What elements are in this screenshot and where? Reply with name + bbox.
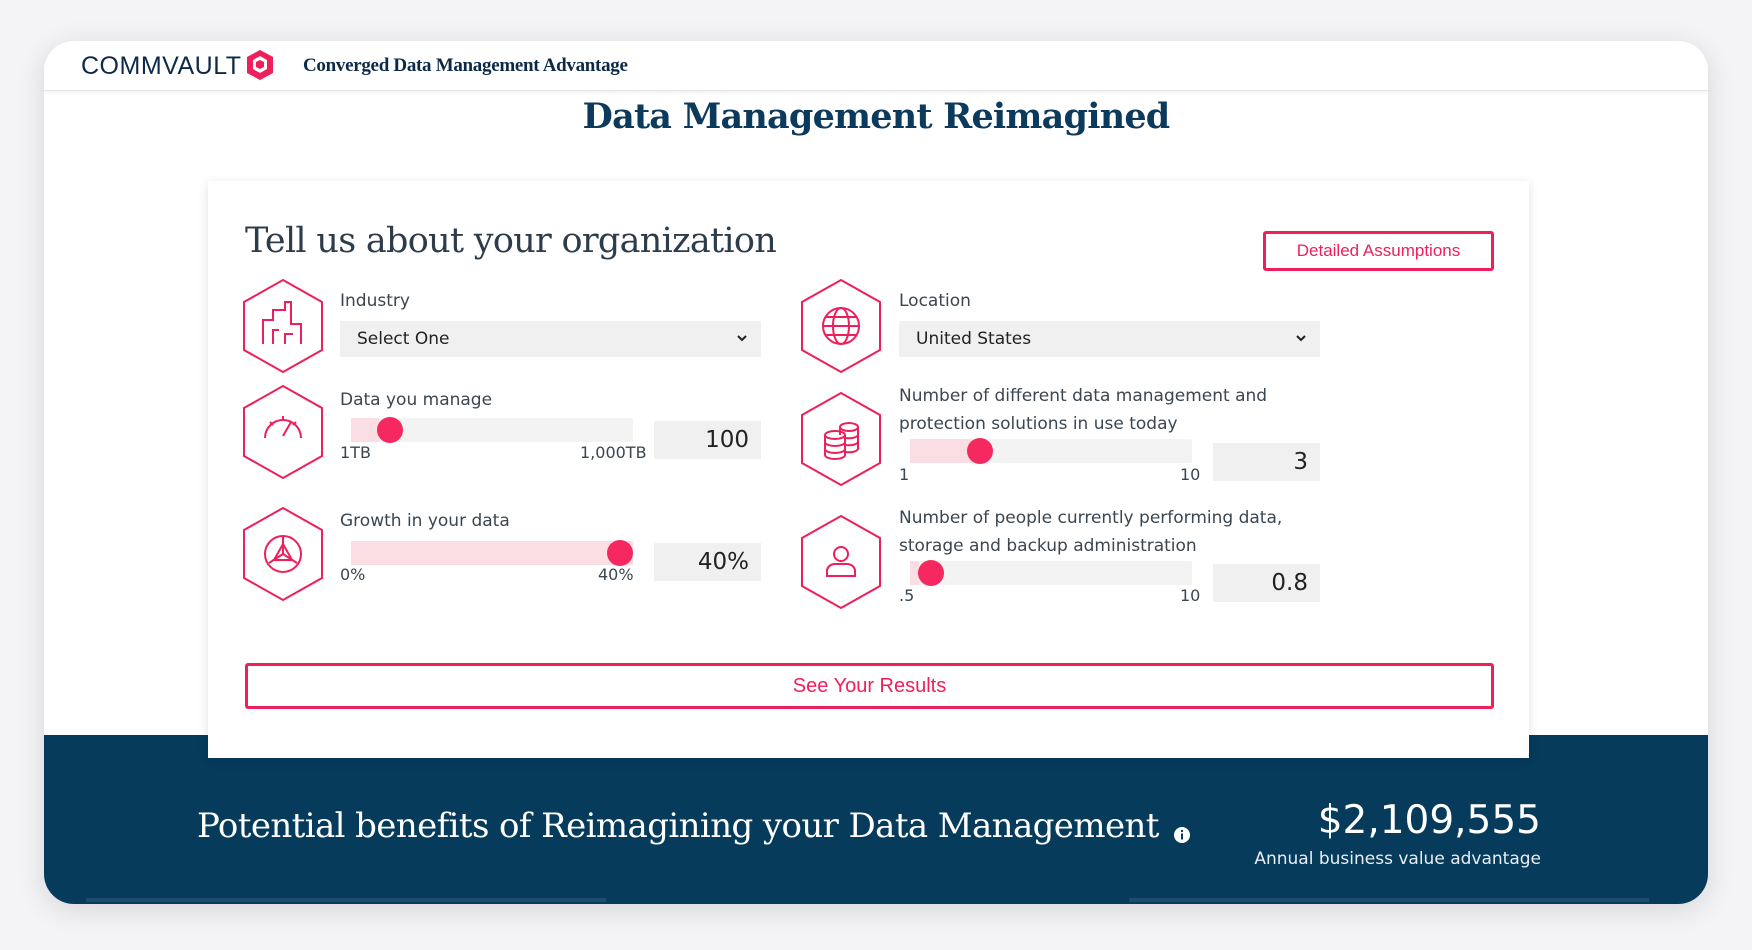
slider-fill [910, 439, 973, 463]
info-icon[interactable] [1173, 826, 1191, 844]
people-slider[interactable] [910, 560, 1192, 586]
data-manage-slider[interactable] [351, 417, 633, 443]
location-label: Location [899, 291, 971, 311]
industry-selected-value: Select One [357, 329, 450, 349]
chevron-down-icon [1296, 335, 1306, 342]
page-title: Data Management Reimagined [582, 96, 1171, 137]
people-label: Number of people currently performing da… [899, 508, 1283, 556]
slider-min-label: 1TB [340, 443, 371, 462]
slider-thumb[interactable] [376, 417, 403, 443]
slider-min-label: .5 [899, 586, 915, 605]
database-icon [801, 391, 881, 487]
slider-fill [351, 541, 633, 565]
slider-max-label: 1,000TB [580, 443, 647, 462]
people-value[interactable]: 0.8 [1213, 564, 1320, 602]
slider-max-label: 10 [1180, 586, 1201, 605]
annual-value-caption: Annual business value advantage [1254, 849, 1541, 869]
slider-min-label: 0% [340, 565, 366, 584]
benefits-title: Potential benefits of Reimagining your D… [197, 806, 1159, 846]
slider-thumb[interactable] [918, 560, 945, 586]
growth-label: Growth in your data [340, 511, 510, 531]
solutions-slider[interactable] [910, 438, 1192, 464]
slider-min-label: 1 [899, 465, 910, 484]
slider-max-label: 40% [598, 565, 634, 584]
annual-value-amount: $2,109,555 [1317, 798, 1541, 843]
industry-label: Industry [340, 291, 410, 311]
detailed-assumptions-button[interactable]: Detailed Assumptions [1263, 231, 1494, 271]
slider-thumb[interactable] [607, 540, 633, 566]
location-selected-value: United States [916, 329, 1032, 349]
growth-slider[interactable] [351, 540, 633, 566]
data-manage-value[interactable]: 100 [654, 421, 761, 459]
form-title: Tell us about your organization [245, 221, 777, 261]
location-select[interactable]: United States [899, 321, 1320, 357]
data-manage-label: Data you manage [340, 390, 493, 410]
organization-form-card: Tell us about your organization Detailed… [208, 181, 1529, 758]
browser-window: COMMVAULT Converged Data Management Adva… [44, 41, 1708, 904]
logo-cube-icon [247, 50, 273, 80]
growth-value[interactable]: 40% [654, 543, 761, 581]
industry-select[interactable]: Select One [340, 321, 761, 357]
slider-thumb[interactable] [966, 438, 993, 464]
growth-cube-icon [243, 506, 323, 602]
chevron-down-icon [737, 335, 747, 342]
tab-underline [86, 898, 606, 902]
slider-max-label: 10 [1180, 465, 1201, 484]
gauge-icon [243, 384, 323, 480]
solutions-value[interactable]: 3 [1213, 443, 1320, 481]
product-name: Converged Data Management Advantage [303, 55, 628, 76]
see-results-button[interactable]: See Your Results [245, 663, 1494, 709]
person-icon [801, 514, 881, 610]
slider-fill [351, 418, 380, 442]
solutions-label: Number of different data management and … [899, 386, 1268, 434]
globe-icon [801, 278, 881, 374]
top-navigation-bar: COMMVAULT Converged Data Management Adva… [44, 41, 1708, 91]
brand-logo-text[interactable]: COMMVAULT [81, 52, 242, 81]
buildings-icon [243, 278, 323, 374]
tab-underline [1129, 898, 1649, 902]
